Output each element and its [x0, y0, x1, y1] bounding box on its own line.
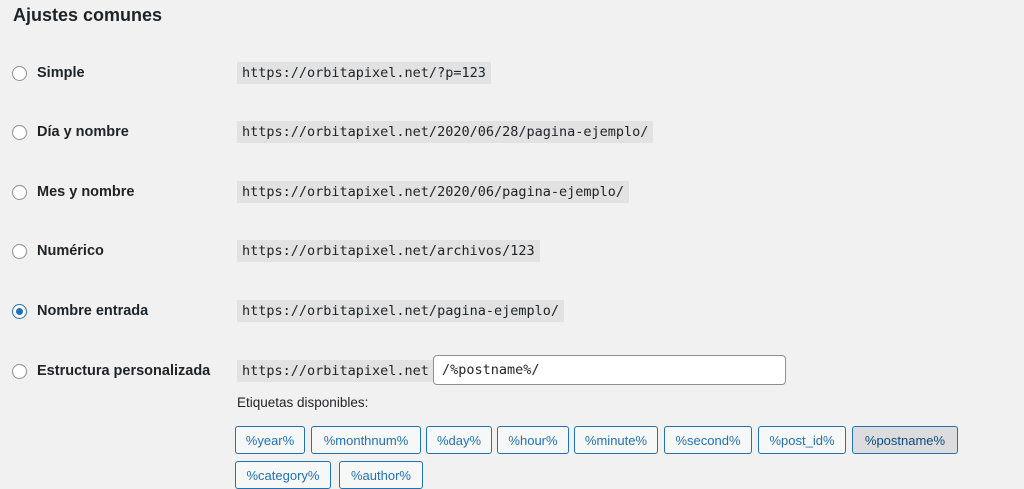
option-day-name[interactable]: Día y nombre https://orbitapixel.net/202… [0, 119, 1024, 149]
tag-minute-button[interactable]: %minute% [574, 426, 658, 454]
section-title: Ajustes comunes [13, 5, 163, 25]
option-label[interactable]: Día y nombre [37, 124, 129, 140]
radio-simple[interactable] [12, 66, 27, 81]
tag-second-button[interactable]: %second% [664, 426, 752, 454]
example-url: https://orbitapixel.net/pagina-ejemplo/ [237, 300, 564, 322]
option-custom-structure[interactable]: Estructura personalizada https://orbitap… [0, 355, 1024, 388]
radio-numeric[interactable] [12, 244, 27, 259]
radio-day-name[interactable] [12, 125, 27, 140]
tag-post-id-button[interactable]: %post_id% [758, 426, 846, 454]
tag-category-button[interactable]: %category% [235, 461, 331, 489]
radio-month-name[interactable] [12, 185, 27, 200]
tag-postname-button[interactable]: %postname% [852, 426, 958, 454]
option-label[interactable]: Simple [37, 65, 85, 81]
radio-custom-structure[interactable] [12, 364, 27, 379]
option-numeric[interactable]: Numérico https://orbitapixel.net/archivo… [0, 238, 1024, 268]
option-label[interactable]: Numérico [37, 243, 104, 259]
available-tags-label: Etiquetas disponibles: [237, 395, 369, 410]
example-url: https://orbitapixel.net/2020/06/28/pagin… [237, 121, 654, 143]
option-post-name[interactable]: Nombre entrada https://orbitapixel.net/p… [0, 298, 1024, 328]
tag-hour-button[interactable]: %hour% [497, 426, 569, 454]
option-label[interactable]: Nombre entrada [37, 303, 148, 319]
example-url: https://orbitapixel.net/?p=123 [237, 62, 491, 84]
radio-post-name[interactable] [12, 304, 27, 319]
tag-year-button[interactable]: %year% [235, 426, 305, 454]
example-url: https://orbitapixel.net/2020/06/pagina-e… [237, 181, 630, 203]
tag-author-button[interactable]: %author% [339, 461, 423, 489]
option-month-name[interactable]: Mes y nombre https://orbitapixel.net/202… [0, 179, 1024, 209]
option-label[interactable]: Estructura personalizada [37, 363, 210, 379]
option-label[interactable]: Mes y nombre [37, 184, 135, 200]
example-url: https://orbitapixel.net/archivos/123 [237, 240, 540, 262]
custom-prefix: https://orbitapixel.net [237, 360, 434, 382]
tag-monthnum-button[interactable]: %monthnum% [311, 426, 421, 454]
tag-day-button[interactable]: %day% [426, 426, 492, 454]
option-simple[interactable]: Simple https://orbitapixel.net/?p=123 [0, 60, 1024, 90]
custom-structure-input[interactable] [433, 355, 786, 385]
